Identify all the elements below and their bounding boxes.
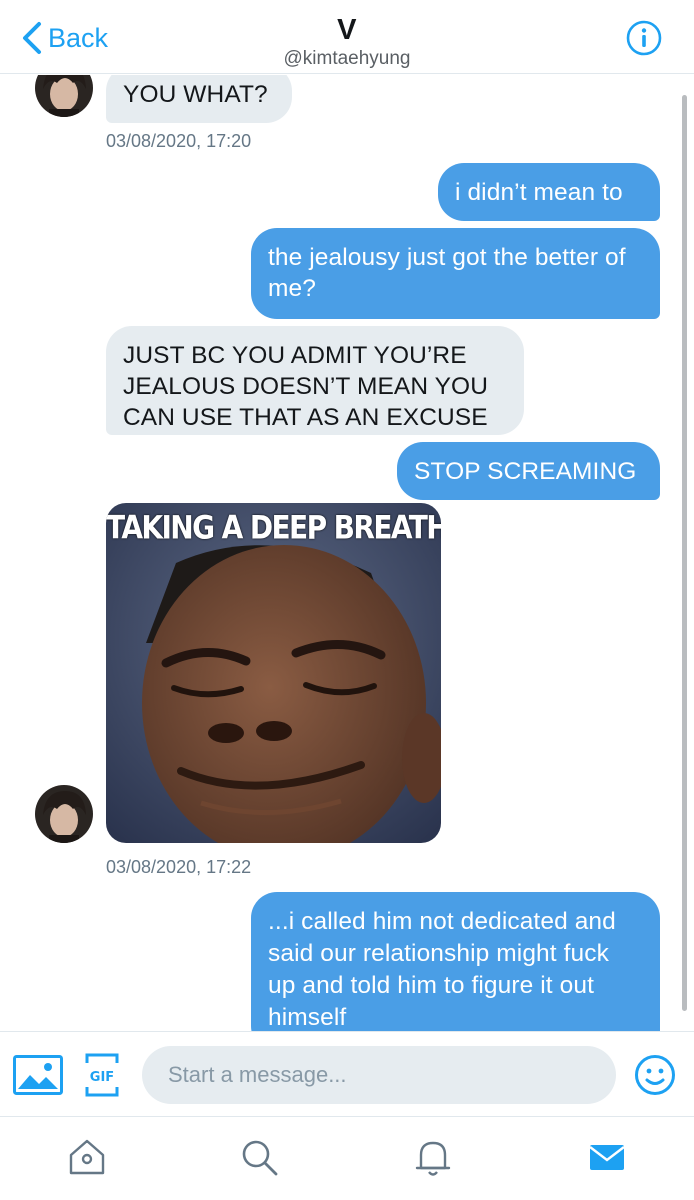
message-text: STOP SCREAMING <box>414 458 637 485</box>
search-icon[interactable] <box>237 1135 281 1179</box>
image-caption: TAKING A DEEP BREATH <box>106 508 441 547</box>
message-text: ...i called him not dedicated and said o… <box>268 908 616 1031</box>
message-bubble[interactable]: YOU WHAT? <box>106 75 292 123</box>
conversation-header: Back V @kimtaehyung <box>0 0 694 74</box>
scrollbar[interactable] <box>682 95 687 1011</box>
message-input[interactable] <box>142 1046 616 1104</box>
message-text: the jealousy just got the better of me? <box>268 244 626 302</box>
message-timestamp: 03/08/2020, 17:22 <box>106 857 252 877</box>
message-text: i didn’t mean to <box>455 179 623 206</box>
message-bubble[interactable]: ...i called him not dedicated and said o… <box>251 892 660 1031</box>
emoji-icon[interactable] <box>634 1054 676 1096</box>
conversation-title: V <box>337 14 357 46</box>
envelope-icon[interactable] <box>585 1135 629 1179</box>
home-icon[interactable] <box>65 1135 109 1179</box>
message-bubble[interactable]: STOP SCREAMING <box>397 442 660 500</box>
gif-label: GIF <box>90 1070 114 1085</box>
message-bubble[interactable]: i didn’t mean to <box>438 163 660 221</box>
message-thread[interactable]: YOU WHAT? 03/08/2020, 17:20 i didn’t mea… <box>0 75 694 1031</box>
message-bubble[interactable]: the jealousy just got the better of me? <box>251 228 660 319</box>
message-bubble[interactable]: JUST BC YOU ADMIT YOU’RE JEALOUS DOESN’T… <box>106 326 524 435</box>
bell-icon[interactable] <box>411 1135 455 1179</box>
avatar[interactable] <box>35 75 93 117</box>
info-icon[interactable] <box>626 20 662 56</box>
message-text: YOU WHAT? <box>123 81 268 108</box>
avatar[interactable] <box>35 785 93 843</box>
message-text: JUST BC YOU ADMIT YOU’RE JEALOUS DOESN’T… <box>123 342 488 431</box>
message-timestamp: 03/08/2020, 17:20 <box>106 131 252 151</box>
conversation-handle: @kimtaehyung <box>283 48 411 69</box>
message-image[interactable]: TAKING A DEEP BREATH <box>106 503 441 843</box>
image-icon[interactable] <box>13 1055 63 1095</box>
gif-icon[interactable]: GIF <box>85 1053 119 1097</box>
bottom-tab-bar <box>0 1117 694 1200</box>
message-composer: GIF <box>0 1031 694 1117</box>
